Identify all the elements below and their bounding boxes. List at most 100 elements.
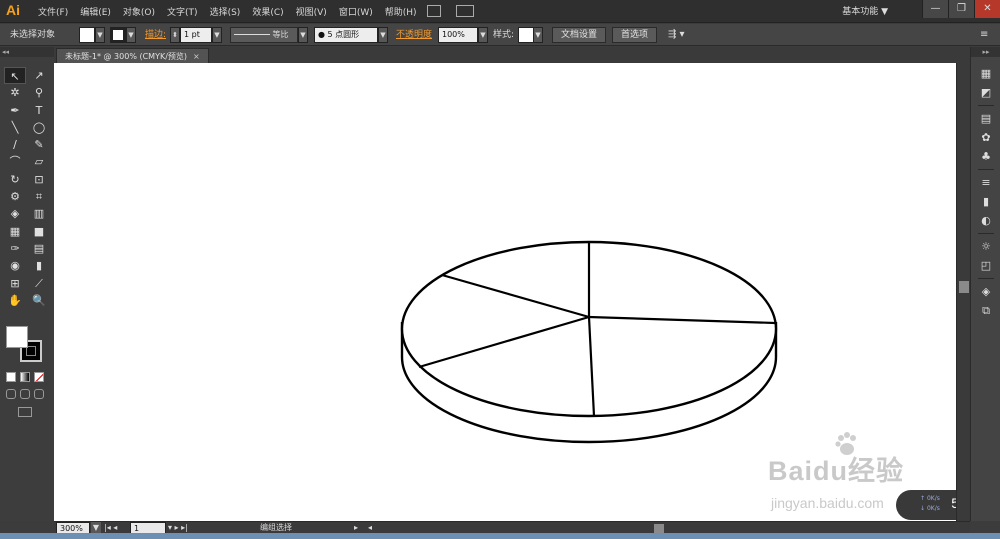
menu-effect[interactable]: 效果(C) (246, 5, 289, 18)
stroke-profile-arrow[interactable]: ▼ (298, 27, 308, 43)
menu-file[interactable]: 文件(F) (32, 5, 74, 18)
magic-wand-tool-icon[interactable]: ✲ (4, 84, 26, 101)
menu-view[interactable]: 视图(V) (290, 5, 333, 18)
graphic-style-swatch[interactable] (518, 27, 534, 43)
menu-select[interactable]: 选择(S) (204, 5, 247, 18)
control-panel-menu-icon[interactable]: ≡ (980, 27, 988, 43)
pencil-tool-icon[interactable]: ✎ (28, 136, 50, 153)
draw-normal-icon[interactable] (6, 389, 16, 399)
stroke-weight-arrow[interactable]: ▼ (212, 27, 222, 43)
document-tab[interactable]: 未标题-1* @ 300% (CMYK/预览) × (56, 48, 209, 63)
menu-window[interactable]: 窗口(W) (333, 5, 379, 18)
preferences-button[interactable]: 首选项 (612, 27, 658, 43)
control-bar: 未选择对象 ▼ ▼ 描边: ⬍ 1 pt ▼ 等比 ▼ ● 5 点圆形 ▼ 不透… (0, 24, 1000, 46)
stroke-label[interactable]: 描边: (145, 27, 166, 43)
fill-swatch[interactable] (79, 27, 95, 43)
perspective-grid-tool-icon[interactable]: ▥ (28, 205, 50, 222)
opacity-arrow[interactable]: ▼ (478, 27, 488, 43)
pen-tool-icon[interactable]: ✒ (4, 102, 26, 119)
menu-type[interactable]: 文字(T) (161, 5, 204, 18)
stroke-dropdown-arrow[interactable]: ▼ (126, 27, 136, 43)
stroke-panel-icon[interactable]: ≡ (978, 173, 994, 192)
close-button[interactable]: ✕ (974, 0, 1000, 18)
panel-menu-icon[interactable]: ⇶ ▾ (668, 27, 685, 43)
stroke-profile-select[interactable]: 等比 (230, 27, 298, 43)
opacity-field[interactable]: 100% (438, 27, 478, 43)
tools-panel-collapse[interactable]: ◂◂ (0, 47, 54, 57)
paintbrush-tool-icon[interactable]: ∕ (4, 136, 26, 153)
download-arrow-icon: ↓ (920, 505, 926, 512)
brush-definition-select[interactable]: ● 5 点圆形 (314, 27, 378, 43)
vertical-scroll-thumb[interactable] (959, 281, 969, 293)
restore-button[interactable]: ❐ (948, 0, 974, 18)
app-logo: Ai (6, 2, 20, 18)
artboards-panel-icon[interactable]: ⧉ (978, 301, 994, 320)
window-controls: — ❐ ✕ (922, 0, 1000, 18)
fill-dropdown-arrow[interactable]: ▼ (95, 27, 105, 43)
blob-brush-tool-icon[interactable]: ⌒ (4, 153, 26, 170)
status-bar: 300% ▼ |◂ ◂ 1 ▾ ▸ ▸| 编组选择 ▸ ◂ (54, 521, 970, 534)
draw-behind-icon[interactable] (20, 389, 30, 399)
bridge-icon[interactable] (427, 5, 441, 17)
mesh-tool-icon[interactable]: ▦ (4, 223, 26, 240)
brush-definition-arrow[interactable]: ▼ (378, 27, 388, 43)
blend-tool-icon[interactable]: ▤ (28, 240, 50, 257)
swatches-panel-icon[interactable]: ▤ (978, 109, 994, 128)
graphic-style-arrow[interactable]: ▼ (533, 27, 543, 43)
artboard-tool-icon[interactable]: ⊞ (4, 275, 26, 292)
none-mode-icon[interactable] (34, 372, 44, 382)
horizontal-scroll-thumb[interactable] (654, 524, 664, 533)
ellipse-tool-icon[interactable]: ◯ (28, 119, 50, 136)
shape-builder-tool-icon[interactable]: ◈ (4, 205, 26, 222)
style-label: 样式: (493, 30, 515, 40)
stroke-stepper[interactable]: ⬍ (170, 27, 180, 43)
gradient-panel-icon[interactable]: ▮ (978, 192, 994, 211)
eyedropper-tool-icon[interactable]: ✑ (4, 240, 26, 257)
opacity-label[interactable]: 不透明度 (396, 27, 432, 43)
stroke-swatch[interactable] (110, 27, 126, 43)
hand-tool-icon[interactable]: ✋ (4, 292, 26, 309)
menu-bar: Ai 文件(F) 编辑(E) 对象(O) 文字(T) 选择(S) 效果(C) 视… (0, 0, 1000, 23)
appearance-panel-icon[interactable]: ☼ (978, 237, 994, 256)
menu-help[interactable]: 帮助(H) (379, 5, 423, 18)
gradient-tool-icon[interactable]: ■ (28, 223, 50, 240)
color-panel-icon[interactable]: ▦ (978, 64, 994, 83)
menu-object[interactable]: 对象(O) (117, 5, 161, 18)
line-tool-icon[interactable]: ╲ (4, 119, 26, 136)
column-graph-tool-icon[interactable]: ▮ (28, 257, 50, 274)
color-guide-icon[interactable]: ◩ (978, 83, 994, 102)
draw-inside-icon[interactable] (34, 389, 44, 399)
selection-tool-icon[interactable]: ↖ (4, 67, 26, 85)
close-tab-icon[interactable]: × (193, 52, 200, 61)
eraser-tool-icon[interactable]: ▱ (28, 153, 50, 170)
document-setup-button[interactable]: 文档设置 (552, 27, 607, 43)
direct-selection-tool-icon[interactable]: ↗ (28, 67, 50, 84)
transparency-panel-icon[interactable]: ◐ (978, 211, 994, 230)
brushes-panel-icon[interactable]: ✿ (978, 128, 994, 147)
arrange-documents-icon[interactable] (456, 5, 474, 17)
minimize-button[interactable]: — (922, 0, 948, 18)
dock-expand[interactable]: ▸▸ (971, 47, 1000, 57)
vertical-scrollbar[interactable] (956, 63, 970, 521)
workspace-switcher[interactable]: 基本功能 ▼ (842, 4, 888, 17)
lasso-tool-icon[interactable]: ⚲ (28, 84, 50, 101)
zoom-tool-icon[interactable]: 🔍 (28, 292, 50, 309)
rotate-tool-icon[interactable]: ↻ (4, 171, 26, 188)
free-transform-tool-icon[interactable]: ⌗ (28, 188, 50, 205)
screen-mode-icon[interactable] (18, 407, 32, 417)
scale-tool-icon[interactable]: ⊡ (28, 171, 50, 188)
type-tool-icon[interactable]: T (28, 102, 50, 119)
symbols-panel-icon[interactable]: ♣ (978, 147, 994, 166)
gradient-mode-icon[interactable] (20, 372, 30, 382)
fill-color-box[interactable] (6, 326, 28, 348)
width-tool-icon[interactable]: ⚙ (4, 188, 26, 205)
graphic-styles-panel-icon[interactable]: ◰ (978, 256, 994, 275)
dock-separator (978, 169, 994, 170)
color-mode-icon[interactable] (6, 372, 16, 382)
dock-separator (978, 105, 994, 106)
slice-tool-icon[interactable]: ⟋ (28, 275, 50, 292)
stroke-weight-field[interactable]: 1 pt (180, 27, 212, 43)
layers-panel-icon[interactable]: ◈ (978, 282, 994, 301)
symbol-sprayer-tool-icon[interactable]: ◉ (4, 257, 26, 274)
menu-edit[interactable]: 编辑(E) (74, 5, 117, 18)
